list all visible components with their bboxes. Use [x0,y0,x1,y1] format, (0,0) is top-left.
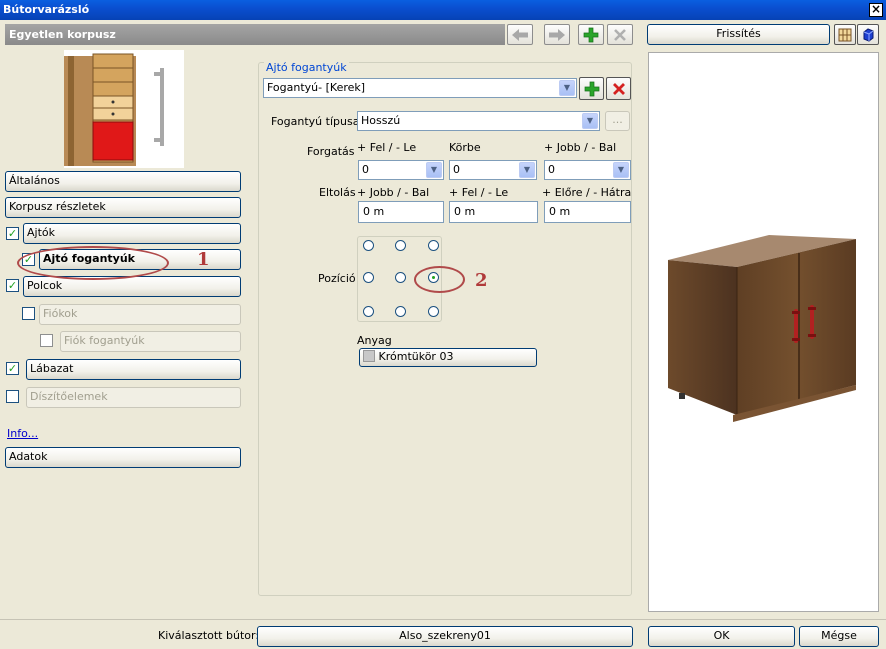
ok-button[interactable]: OK [648,626,795,647]
rotation-header-updown: + Fel / - Le [357,141,417,154]
rotation-rightleft-select[interactable]: 0 ▼ [544,160,631,180]
material-button[interactable]: Krómtükör 03 [359,348,537,367]
add-button[interactable] [578,24,604,45]
material-value: Krómtükör 03 [378,350,454,363]
x-icon [612,82,625,95]
position-radio-top-left[interactable] [363,240,374,251]
annotation-label-1: 1 [197,249,210,270]
window-title: Bútorvarázsló [0,0,886,20]
x-icon [614,28,626,41]
sidebar-item-fiok-fogantyuk: Fiók fogantyúk [60,331,241,352]
chevron-down-icon[interactable]: ▼ [426,162,442,178]
plus-icon [583,27,599,42]
cabinet-3d-render [668,235,856,422]
position-radio-bottom-right[interactable] [428,306,439,317]
back-button[interactable] [507,24,533,45]
position-label: Pozíció [318,272,356,285]
position-radio-top-center[interactable] [395,240,406,251]
sidebar-item-korpusz-reszletek[interactable]: Korpusz részletek [5,197,241,218]
refresh-button[interactable]: Frissítés [647,24,830,45]
rotation-label: Forgatás [307,145,355,158]
handle-type-label: Fogantyú típusa [271,115,360,128]
offset-header-updown: + Fel / - Le [449,186,509,199]
group-title: Ajtó fogantyúk [264,61,349,74]
offset-header-rightleft: + Jobb / - Bal [357,186,430,199]
checkbox-fiokok[interactable] [22,307,35,320]
footer-divider [0,619,886,620]
checkbox-diszitoelemek[interactable] [6,390,19,403]
checkbox-polcok[interactable]: ✓ [6,279,19,292]
sidebar-item-polcok[interactable]: Polcok [23,276,241,297]
delete-button[interactable] [607,24,633,45]
checkbox-ajtok[interactable]: ✓ [6,227,19,240]
checkbox-labazat[interactable]: ✓ [6,362,19,375]
close-icon[interactable]: × [869,3,883,17]
checkbox-fiok-fogantyuk [40,334,53,347]
delete-handle-button[interactable] [606,77,631,100]
handle-select[interactable]: Fogantyú- [Kerek] ▼ [263,78,577,98]
handle-type-value: Hosszú [361,114,401,127]
view-mode-button[interactable] [834,24,856,45]
chevron-down-icon[interactable]: ▼ [613,162,629,178]
add-handle-button[interactable] [579,77,604,100]
cabinet-thumbnail-image [64,53,164,166]
position-radio-middle-center[interactable] [395,272,406,283]
offset-frontback-input[interactable]: 0 m [544,201,631,223]
page-title: Egyetlen korpusz [5,24,505,45]
selected-furniture-label: Kiválasztott bútor: [158,629,260,642]
data-button[interactable]: Adatok [5,447,241,468]
annotation-label-2: 2 [475,270,488,291]
arrow-left-icon [512,28,528,41]
rotation-rightleft-value: 0 [548,163,555,176]
rotation-updown-select[interactable]: 0 ▼ [358,160,444,180]
handle-select-value: Fogantyú- [Kerek] [267,81,366,94]
annotation-oval-2 [414,266,465,293]
offset-rightleft-input[interactable]: 0 m [358,201,444,223]
material-swatch-icon [363,350,375,362]
sidebar-item-ajtok[interactable]: Ajtók [23,223,241,244]
sidebar-item-altalanos[interactable]: Általános [5,171,241,192]
selected-furniture-button[interactable]: Also_szekreny01 [257,626,633,647]
sidebar-item-diszitoelemek: Díszítőelemek [26,387,241,408]
chevron-down-icon[interactable]: ▼ [582,113,598,129]
cabinet-3d-preview[interactable] [648,52,879,612]
offset-header-frontback: + Előre / - Hátra [542,186,632,199]
sidebar-item-labazat[interactable]: Lábazat [26,359,241,380]
handle-type-more-button: ... [605,111,630,131]
cancel-button[interactable]: Mégse [799,626,879,647]
annotation-oval-1 [17,246,169,280]
cube-icon [863,27,874,42]
render-3d-button[interactable] [857,24,879,45]
info-link[interactable]: Info... [7,427,38,440]
rotation-header-around: Körbe [449,141,481,154]
position-radio-top-right[interactable] [428,240,439,251]
sidebar-item-fiokok: Fiókok [39,304,241,325]
position-radio-middle-left[interactable] [363,272,374,283]
rotation-header-rightleft: + Jobb / - Bal [544,141,617,154]
plus-icon [584,81,599,96]
rotation-around-value: 0 [453,163,460,176]
position-radio-bottom-left[interactable] [363,306,374,317]
rotation-updown-value: 0 [362,163,369,176]
position-radio-bottom-center[interactable] [395,306,406,317]
arrow-right-icon [549,28,565,41]
handle-type-select[interactable]: Hosszú ▼ [357,111,600,131]
chevron-down-icon[interactable]: ▼ [559,80,575,96]
grid-icon [838,28,852,41]
chevron-down-icon[interactable]: ▼ [519,162,535,178]
rotation-around-select[interactable]: 0 ▼ [449,160,537,180]
cabinet-thumbnail [64,50,184,168]
offset-label: Eltolás [319,186,356,199]
material-label: Anyag [357,334,392,347]
forward-button[interactable] [544,24,570,45]
offset-updown-input[interactable]: 0 m [449,201,538,223]
